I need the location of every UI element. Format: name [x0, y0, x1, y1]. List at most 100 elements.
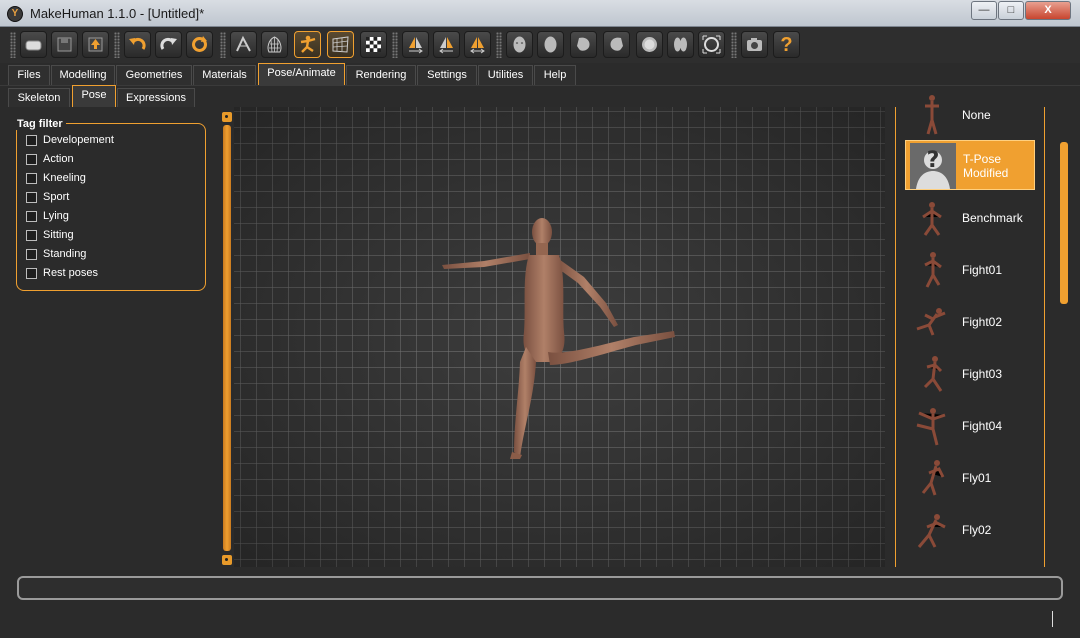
pose-icon [300, 35, 316, 53]
pose-button[interactable] [294, 31, 321, 58]
symmetry-left-button[interactable] [433, 31, 460, 58]
save-button[interactable] [51, 31, 78, 58]
tag-filter-standing[interactable]: Standing [26, 246, 86, 262]
toolbar-grip[interactable] [220, 32, 226, 58]
screenshot-button[interactable] [741, 31, 768, 58]
undo-icon [129, 37, 146, 50]
tag-filter-action[interactable]: Action [26, 151, 74, 167]
right-view-button[interactable] [603, 31, 630, 58]
tag-filter-kneeling[interactable]: Kneeling [26, 170, 86, 186]
tag-filter-rest-poses[interactable]: Rest poses [26, 265, 98, 281]
subtab-expressions[interactable]: Expressions [117, 88, 195, 108]
checkbox[interactable] [26, 210, 37, 222]
tab-rendering[interactable]: Rendering [346, 65, 416, 85]
pose-item-fight03[interactable]: Fight03 [905, 349, 1035, 399]
front-view-button[interactable] [506, 31, 533, 58]
tab-geometries[interactable]: Geometries [116, 65, 192, 85]
pose-list-panel: None ? T-Pose Modified Benchmark Fight01… [885, 95, 1080, 567]
undo-button[interactable] [124, 31, 151, 58]
tag-filter-lying[interactable]: Lying [26, 208, 69, 224]
toolbar-grip[interactable] [392, 32, 398, 58]
pose-item-fight04[interactable]: Fight04 [905, 401, 1035, 451]
pose-thumbnail [923, 356, 943, 392]
main-toolbar: ? [0, 27, 1080, 63]
pose-label: Fight02 [962, 315, 1003, 329]
status-area [0, 567, 1080, 638]
toolbar-grip[interactable] [731, 32, 737, 58]
background-icon [366, 37, 381, 52]
toolbar-grip[interactable] [114, 32, 120, 58]
save-icon [57, 37, 72, 52]
tab-help[interactable]: Help [534, 65, 576, 85]
tab-settings[interactable]: Settings [417, 65, 477, 85]
pose-list-scrollbar[interactable] [1057, 107, 1071, 567]
tag-filter-developement[interactable]: Developement [26, 132, 114, 148]
smooth-button[interactable] [230, 31, 257, 58]
left-view-button[interactable] [570, 31, 597, 58]
pose-label: Fight01 [962, 263, 1003, 277]
checkbox[interactable] [26, 153, 37, 165]
subtab-pose[interactable]: Pose [72, 85, 116, 107]
wireframe-button[interactable] [261, 31, 288, 58]
maximize-button[interactable]: □ [998, 1, 1024, 20]
tab-modelling[interactable]: Modelling [51, 65, 115, 85]
symmetry-right-icon [409, 37, 423, 54]
toolbar-grip[interactable] [10, 32, 16, 58]
pose-thumbnail [925, 95, 939, 135]
symmetry-right-button[interactable] [402, 31, 429, 58]
pose-item-none[interactable]: None [905, 90, 1035, 140]
minimize-button[interactable]: — [971, 1, 997, 20]
tab-files[interactable]: Files [8, 65, 50, 85]
right-view-icon [610, 37, 623, 51]
subtab-skeleton[interactable]: Skeleton [8, 88, 70, 108]
slider-bar[interactable] [223, 125, 231, 551]
redo-button[interactable] [155, 31, 182, 58]
checkbox[interactable] [26, 248, 37, 260]
left-panel-slider[interactable] [221, 109, 233, 567]
tab-materials[interactable]: Materials [193, 65, 256, 85]
panel-border [1044, 107, 1045, 567]
3d-viewport[interactable] [234, 107, 885, 567]
back-view-button[interactable] [537, 31, 564, 58]
slider-top-handle[interactable] [222, 112, 232, 122]
background-button[interactable] [360, 31, 387, 58]
new-button[interactable] [20, 31, 47, 58]
pose-item-fly02[interactable]: Fly02 [905, 505, 1035, 555]
pose-item-fight01[interactable]: Fight01 [905, 245, 1035, 295]
close-button[interactable]: X [1025, 1, 1071, 20]
tag-filter-sitting[interactable]: Sitting [26, 227, 74, 243]
toolbar-grip[interactable] [496, 32, 502, 58]
bottom-view-button[interactable] [667, 31, 694, 58]
tag-label: Action [43, 153, 74, 165]
help-button[interactable]: ? [773, 31, 800, 58]
pose-item-benchmark[interactable]: Benchmark [905, 193, 1035, 243]
checkbox[interactable] [26, 267, 37, 279]
human-model[interactable] [234, 107, 885, 567]
left-view-icon [577, 37, 590, 51]
grid-button[interactable] [327, 31, 354, 58]
symmetry-icon [470, 37, 485, 54]
symmetry-button[interactable] [464, 31, 491, 58]
reset-camera-button[interactable] [698, 31, 725, 58]
tag-filter-sport[interactable]: Sport [26, 189, 69, 205]
pose-label: Fly02 [962, 523, 992, 537]
redo-icon [160, 37, 177, 50]
pose-item-t-pose-modified[interactable]: ? T-Pose Modified [905, 140, 1035, 190]
pose-item-fight02[interactable]: Fight02 [905, 297, 1035, 347]
checkbox[interactable] [26, 191, 37, 203]
scrollbar-thumb[interactable] [1060, 142, 1068, 304]
pose-thumbnail [922, 202, 942, 236]
tag-label: Standing [43, 248, 87, 260]
tab-utilities[interactable]: Utilities [478, 65, 533, 85]
checkbox[interactable] [26, 229, 37, 241]
reset-button[interactable] [186, 31, 213, 58]
top-view-button[interactable] [636, 31, 663, 58]
export-button[interactable] [82, 31, 109, 58]
checkbox[interactable] [26, 172, 37, 184]
tag-label: Sport [43, 191, 70, 203]
checkbox[interactable] [26, 134, 37, 146]
tab-pose-animate[interactable]: Pose/Animate [258, 63, 345, 85]
main-tabs: Files Modelling Geometries Materials Pos… [0, 63, 1080, 85]
pose-item-fly01[interactable]: Fly01 [905, 453, 1035, 503]
slider-bottom-handle[interactable] [222, 555, 232, 565]
